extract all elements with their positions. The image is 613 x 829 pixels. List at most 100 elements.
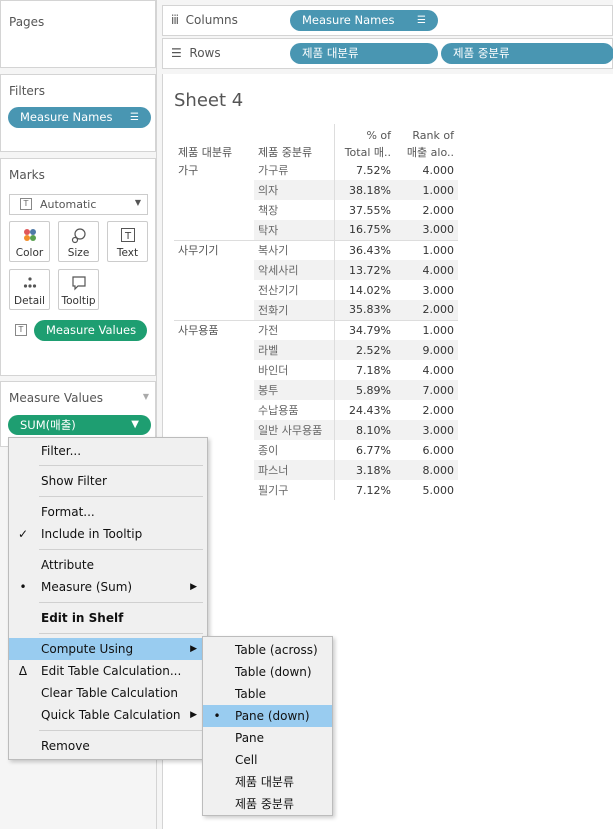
header-pct-line1[interactable]: % of xyxy=(334,124,395,142)
color-button[interactable]: Color xyxy=(9,221,50,262)
category-cell[interactable] xyxy=(174,300,254,320)
subcategory-cell[interactable]: 파스너 xyxy=(254,460,335,480)
category-cell[interactable] xyxy=(174,380,254,400)
submenu-item[interactable]: Cell xyxy=(203,749,332,771)
pct-total-cell[interactable]: 24.43% xyxy=(334,400,395,420)
rank-cell[interactable]: 8.000 xyxy=(395,460,458,480)
marks-text-pill-measure-values[interactable]: Measure Values xyxy=(34,320,147,341)
pct-total-cell[interactable]: 37.55% xyxy=(334,200,395,220)
menu-item-include-tooltip[interactable]: ✓ Include in Tooltip xyxy=(9,523,207,545)
rows-pill-category[interactable]: 제품 대분류 xyxy=(290,43,438,64)
size-button[interactable]: Size xyxy=(58,221,99,262)
menu-item-clear-table-calc[interactable]: Clear Table Calculation xyxy=(9,682,207,704)
menu-item-measure-sum[interactable]: • Measure (Sum) ▶ xyxy=(9,576,207,598)
rank-cell[interactable]: 2.000 xyxy=(395,300,458,320)
columns-pill-measure-names[interactable]: Measure Names ☰ xyxy=(290,10,438,31)
rank-cell[interactable]: 6.000 xyxy=(395,440,458,460)
category-cell[interactable] xyxy=(174,400,254,420)
pct-total-cell[interactable]: 13.72% xyxy=(334,260,395,280)
rank-cell[interactable]: 1.000 xyxy=(395,180,458,200)
rank-cell[interactable]: 1.000 xyxy=(395,319,458,340)
rank-cell[interactable]: 3.000 xyxy=(395,420,458,440)
rank-cell[interactable]: 3.000 xyxy=(395,220,458,240)
subcategory-cell[interactable]: 책장 xyxy=(254,200,335,220)
category-cell[interactable]: 사무기기 xyxy=(174,239,254,260)
menu-item-quick-table-calc[interactable]: Quick Table Calculation ▶ xyxy=(9,704,207,726)
card-menu-icon[interactable]: ▼ xyxy=(143,392,149,401)
pct-total-cell[interactable]: 7.52% xyxy=(334,160,395,180)
subcategory-cell[interactable]: 탁자 xyxy=(254,220,335,240)
subcategory-cell[interactable]: 수납용품 xyxy=(254,400,335,420)
pct-total-cell[interactable]: 7.18% xyxy=(334,360,395,380)
category-cell[interactable]: 가구 xyxy=(174,160,254,180)
rows-shelf[interactable]: ☰ Rows 제품 대분류 제품 중분류 xyxy=(162,38,613,69)
subcategory-cell[interactable]: 가전 xyxy=(254,319,335,340)
filter-pill-measure-names[interactable]: Measure Names ☰ xyxy=(8,107,151,128)
category-cell[interactable] xyxy=(174,180,254,200)
submenu-item[interactable]: Table xyxy=(203,683,332,705)
pct-total-cell[interactable]: 34.79% xyxy=(334,319,395,340)
rank-cell[interactable]: 4.000 xyxy=(395,160,458,180)
subcategory-cell[interactable]: 전화기 xyxy=(254,300,335,320)
category-cell[interactable] xyxy=(174,260,254,280)
subcategory-cell[interactable]: 종이 xyxy=(254,440,335,460)
rank-cell[interactable]: 4.000 xyxy=(395,360,458,380)
subcategory-cell[interactable]: 복사기 xyxy=(254,239,335,260)
rank-cell[interactable]: 9.000 xyxy=(395,340,458,360)
rank-cell[interactable]: 2.000 xyxy=(395,400,458,420)
pct-total-cell[interactable]: 5.89% xyxy=(334,380,395,400)
subcategory-cell[interactable]: 전산기기 xyxy=(254,280,335,300)
category-cell[interactable]: 사무용품 xyxy=(174,319,254,340)
category-cell[interactable] xyxy=(174,360,254,380)
submenu-item[interactable]: Table (down) xyxy=(203,661,332,683)
submenu-item[interactable]: 제품 대분류 xyxy=(203,771,332,793)
rank-cell[interactable]: 7.000 xyxy=(395,380,458,400)
subcategory-cell[interactable]: 일반 사무용품 xyxy=(254,420,335,440)
menu-item-compute-using[interactable]: Compute Using ▶ xyxy=(9,638,207,660)
menu-item-remove[interactable]: Remove xyxy=(9,735,207,757)
category-cell[interactable] xyxy=(174,220,254,240)
subcategory-cell[interactable]: 의자 xyxy=(254,180,335,200)
menu-item-show-filter[interactable]: Show Filter xyxy=(9,470,207,492)
header-rank-line2[interactable]: 매출 alo.. xyxy=(395,142,458,160)
category-cell[interactable] xyxy=(174,340,254,360)
pct-total-cell[interactable]: 3.18% xyxy=(334,460,395,480)
header-rank-line1[interactable]: Rank of xyxy=(395,124,458,142)
menu-item-format[interactable]: Format... xyxy=(9,501,207,523)
rank-cell[interactable]: 1.000 xyxy=(395,239,458,260)
pct-total-cell[interactable]: 16.75% xyxy=(334,220,395,240)
subcategory-cell[interactable]: 악세사리 xyxy=(254,260,335,280)
menu-item-attribute[interactable]: Attribute xyxy=(9,554,207,576)
rank-cell[interactable]: 4.000 xyxy=(395,260,458,280)
submenu-item[interactable]: Table (across) xyxy=(203,639,332,661)
rows-pill-subcategory[interactable]: 제품 중분류 xyxy=(441,43,613,64)
menu-item-edit-in-shelf[interactable]: Edit in Shelf xyxy=(9,607,207,629)
subcategory-cell[interactable]: 가구류 xyxy=(254,160,335,180)
pct-total-cell[interactable]: 36.43% xyxy=(334,239,395,260)
chevron-down-icon[interactable]: ▼ xyxy=(131,415,139,435)
measure-values-pill-sum[interactable]: SUM(매출) ▼ xyxy=(8,415,151,435)
pct-total-cell[interactable]: 35.83% xyxy=(334,300,395,320)
tooltip-button[interactable]: Tooltip xyxy=(58,269,99,310)
subcategory-cell[interactable]: 필기구 xyxy=(254,480,335,500)
category-cell[interactable] xyxy=(174,200,254,220)
header-subcategory[interactable]: 제품 중분류 xyxy=(254,142,335,160)
columns-shelf[interactable]: iii Columns Measure Names ☰ xyxy=(162,5,613,36)
submenu-item[interactable]: • Pane (down) xyxy=(203,705,332,727)
category-cell[interactable] xyxy=(174,280,254,300)
header-category[interactable]: 제품 대분류 xyxy=(174,142,254,160)
rank-cell[interactable]: 2.000 xyxy=(395,200,458,220)
header-pct-line2[interactable]: Total 매.. xyxy=(334,142,395,160)
pct-total-cell[interactable]: 14.02% xyxy=(334,280,395,300)
pct-total-cell[interactable]: 2.52% xyxy=(334,340,395,360)
pct-total-cell[interactable]: 7.12% xyxy=(334,480,395,500)
subcategory-cell[interactable]: 라벨 xyxy=(254,340,335,360)
menu-item-edit-table-calc[interactable]: Δ Edit Table Calculation... xyxy=(9,660,207,682)
rank-cell[interactable]: 5.000 xyxy=(395,480,458,500)
detail-button[interactable]: Detail xyxy=(9,269,50,310)
subcategory-cell[interactable]: 바인더 xyxy=(254,360,335,380)
submenu-item[interactable]: Pane xyxy=(203,727,332,749)
pct-total-cell[interactable]: 6.77% xyxy=(334,440,395,460)
pct-total-cell[interactable]: 38.18% xyxy=(334,180,395,200)
menu-item-filter[interactable]: Filter... xyxy=(9,440,207,462)
